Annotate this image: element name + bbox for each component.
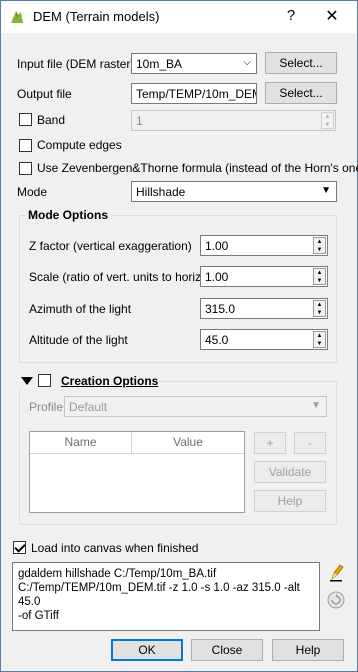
zevenbergen-label: Use Zevenbergen&Thorne formula (instead …	[37, 161, 358, 175]
profile-label: Profile	[29, 400, 64, 414]
load-canvas-checkbox[interactable]	[13, 541, 26, 554]
output-file-label: Output file	[17, 87, 72, 101]
zevenbergen-checkbox[interactable]	[19, 162, 32, 175]
compute-edges-label: Compute edges	[37, 138, 122, 152]
input-file-combo[interactable]: 10m_BA ⌵	[131, 53, 257, 74]
scale-label: Scale (ratio of vert. units to horiz.)	[29, 270, 209, 284]
help-title-button[interactable]: ?	[281, 7, 301, 27]
azimuth-label: Azimuth of the light	[29, 302, 132, 316]
chevron-down-icon: ⌵	[243, 57, 251, 68]
dem-dialog: DEM (Terrain models) ? ✕ Input file (DEM…	[0, 0, 358, 672]
z-factor-spinbox[interactable]: 1.00 ▲ ▼	[200, 235, 328, 256]
output-file-field[interactable]: Temp/TEMP/10m_DEM.tif	[131, 83, 257, 104]
reset-icon	[327, 591, 345, 609]
qgis-icon	[11, 11, 23, 23]
command-text[interactable]: gdaldem hillshade C:/Temp/10m_BA.tif C:/…	[12, 562, 320, 631]
band-checkbox[interactable]	[19, 113, 32, 126]
input-select-button[interactable]: Select...	[265, 52, 337, 74]
input-file-label: Input file (DEM raster)	[17, 57, 135, 71]
help-button[interactable]: Help	[272, 639, 344, 661]
creation-help-button[interactable]: Help	[254, 490, 326, 512]
creation-options-title: Creation Options	[61, 374, 159, 388]
profile-combo[interactable]: Default ▼	[64, 396, 327, 417]
collapse-arrow-icon[interactable]	[21, 376, 33, 386]
window-title: DEM (Terrain models)	[33, 9, 160, 24]
creation-options-checkbox[interactable]	[38, 374, 51, 387]
reset-command-button[interactable]	[325, 589, 347, 611]
output-select-button[interactable]: Select...	[265, 82, 337, 104]
triangle-down-icon: ▼	[321, 185, 331, 196]
spin-arrows-icon[interactable]: ▲ ▼	[313, 300, 326, 317]
band-label: Band	[37, 113, 66, 127]
triangle-down-icon: ▼	[311, 400, 321, 411]
close-window-button[interactable]: ✕	[319, 5, 345, 29]
remove-option-button[interactable]: -	[294, 432, 326, 454]
altitude-label: Altitude of the light	[29, 333, 128, 347]
mode-combo[interactable]: Hillshade ▼	[131, 181, 337, 202]
spin-arrows-icon[interactable]: ▲ ▼	[313, 268, 326, 285]
z-factor-label: Z factor (vertical exaggeration)	[29, 239, 192, 253]
load-canvas-label: Load into canvas when finished	[31, 541, 199, 555]
column-header-value[interactable]: Value	[132, 432, 244, 454]
altitude-spinbox[interactable]: 45.0 ▲ ▼	[200, 329, 328, 350]
creation-options-table[interactable]: Name Value	[29, 431, 245, 513]
ok-button[interactable]: OK	[111, 639, 183, 661]
mode-label: Mode	[17, 185, 48, 199]
compute-edges-checkbox[interactable]	[19, 139, 32, 152]
pencil-icon	[330, 564, 344, 582]
spin-arrows-icon: ▲ ▼	[321, 112, 334, 129]
spin-arrows-icon[interactable]: ▲ ▼	[313, 237, 326, 254]
mode-options-title: Mode Options	[25, 208, 111, 222]
scale-spinbox[interactable]: 1.00 ▲ ▼	[200, 266, 328, 287]
edit-command-button[interactable]	[325, 562, 347, 584]
title-bar: DEM (Terrain models) ? ✕	[1, 1, 357, 33]
spin-arrows-icon[interactable]: ▲ ▼	[313, 331, 326, 348]
validate-button[interactable]: Validate	[254, 461, 326, 483]
close-button[interactable]: Close	[191, 639, 263, 661]
band-spinbox[interactable]: 1 ▲ ▼	[131, 110, 336, 131]
column-header-name[interactable]: Name	[30, 432, 132, 454]
azimuth-spinbox[interactable]: 315.0 ▲ ▼	[200, 298, 328, 319]
add-option-button[interactable]: +	[254, 432, 286, 454]
